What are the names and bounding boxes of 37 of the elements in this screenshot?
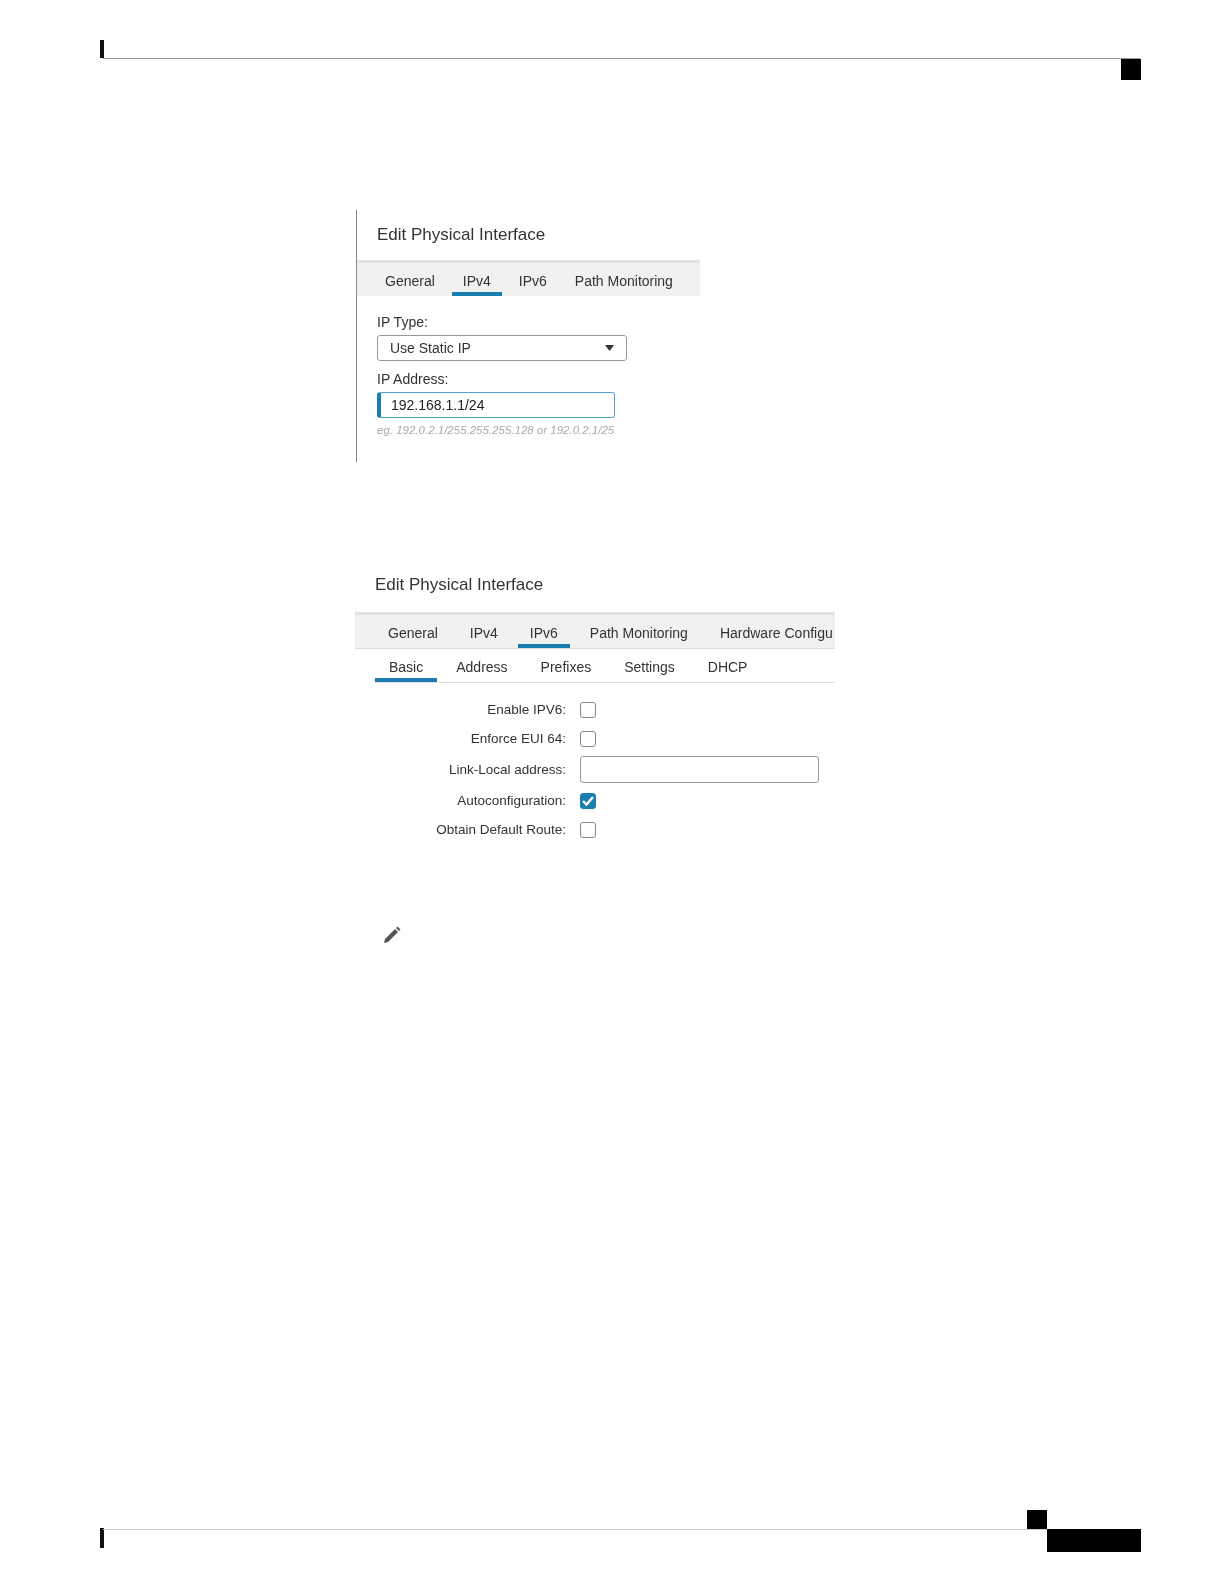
- subtab[interactable]: Prefixes: [526, 649, 606, 682]
- field-label: Link-Local address:: [447, 762, 566, 777]
- checkbox[interactable]: [580, 730, 596, 747]
- checkbox[interactable]: [580, 792, 596, 809]
- field-label: Enforce EUI 64:: [469, 731, 566, 746]
- ip-address-field[interactable]: 192.168.1.1/24: [377, 392, 615, 418]
- subtab[interactable]: Basic: [375, 649, 438, 682]
- dialog-title: Edit Physical Interface: [374, 574, 545, 596]
- field-label: IP Address:: [377, 371, 450, 387]
- footer-mark: [100, 1528, 104, 1548]
- tab[interactable]: General: [376, 615, 450, 648]
- link-local-address-field[interactable]: [580, 756, 819, 783]
- subtab[interactable]: DHCP: [693, 649, 762, 682]
- caret-icon: [605, 345, 614, 351]
- field-label: IP Type:: [377, 314, 429, 330]
- pencil-icon: [381, 926, 401, 946]
- tab[interactable]: Hardware Configu: [707, 615, 833, 648]
- subtab[interactable]: Settings: [610, 649, 689, 682]
- tab[interactable]: IPv4: [451, 263, 502, 296]
- footer-tab-mark: [1027, 1510, 1047, 1529]
- subtab[interactable]: Address: [442, 649, 522, 682]
- field-label: Autoconfiguration:: [456, 793, 566, 808]
- dialog-title: Edit Physical Interface: [376, 224, 547, 246]
- ip-type-dropdown[interactable]: Use Static IP: [377, 335, 627, 361]
- tab[interactable]: IPv6: [507, 263, 558, 296]
- header-mark: [100, 40, 104, 58]
- checkbox[interactable]: [580, 821, 596, 838]
- hint-text: eg. 192.0.2.1/255.255.255.128 or 192.0.2.1/25: [377, 424, 616, 436]
- tab[interactable]: General: [374, 263, 446, 296]
- tab[interactable]: IPv4: [457, 615, 510, 648]
- tab[interactable]: IPv6: [517, 615, 570, 648]
- field-label: Enable IPV6:: [486, 702, 566, 717]
- field-label: Obtain Default Route:: [435, 822, 566, 837]
- tab[interactable]: Path Monitoring: [563, 263, 684, 296]
- checkbox[interactable]: [580, 701, 596, 718]
- header-tab-mark: [1121, 59, 1141, 80]
- tab[interactable]: Path Monitoring: [577, 615, 700, 648]
